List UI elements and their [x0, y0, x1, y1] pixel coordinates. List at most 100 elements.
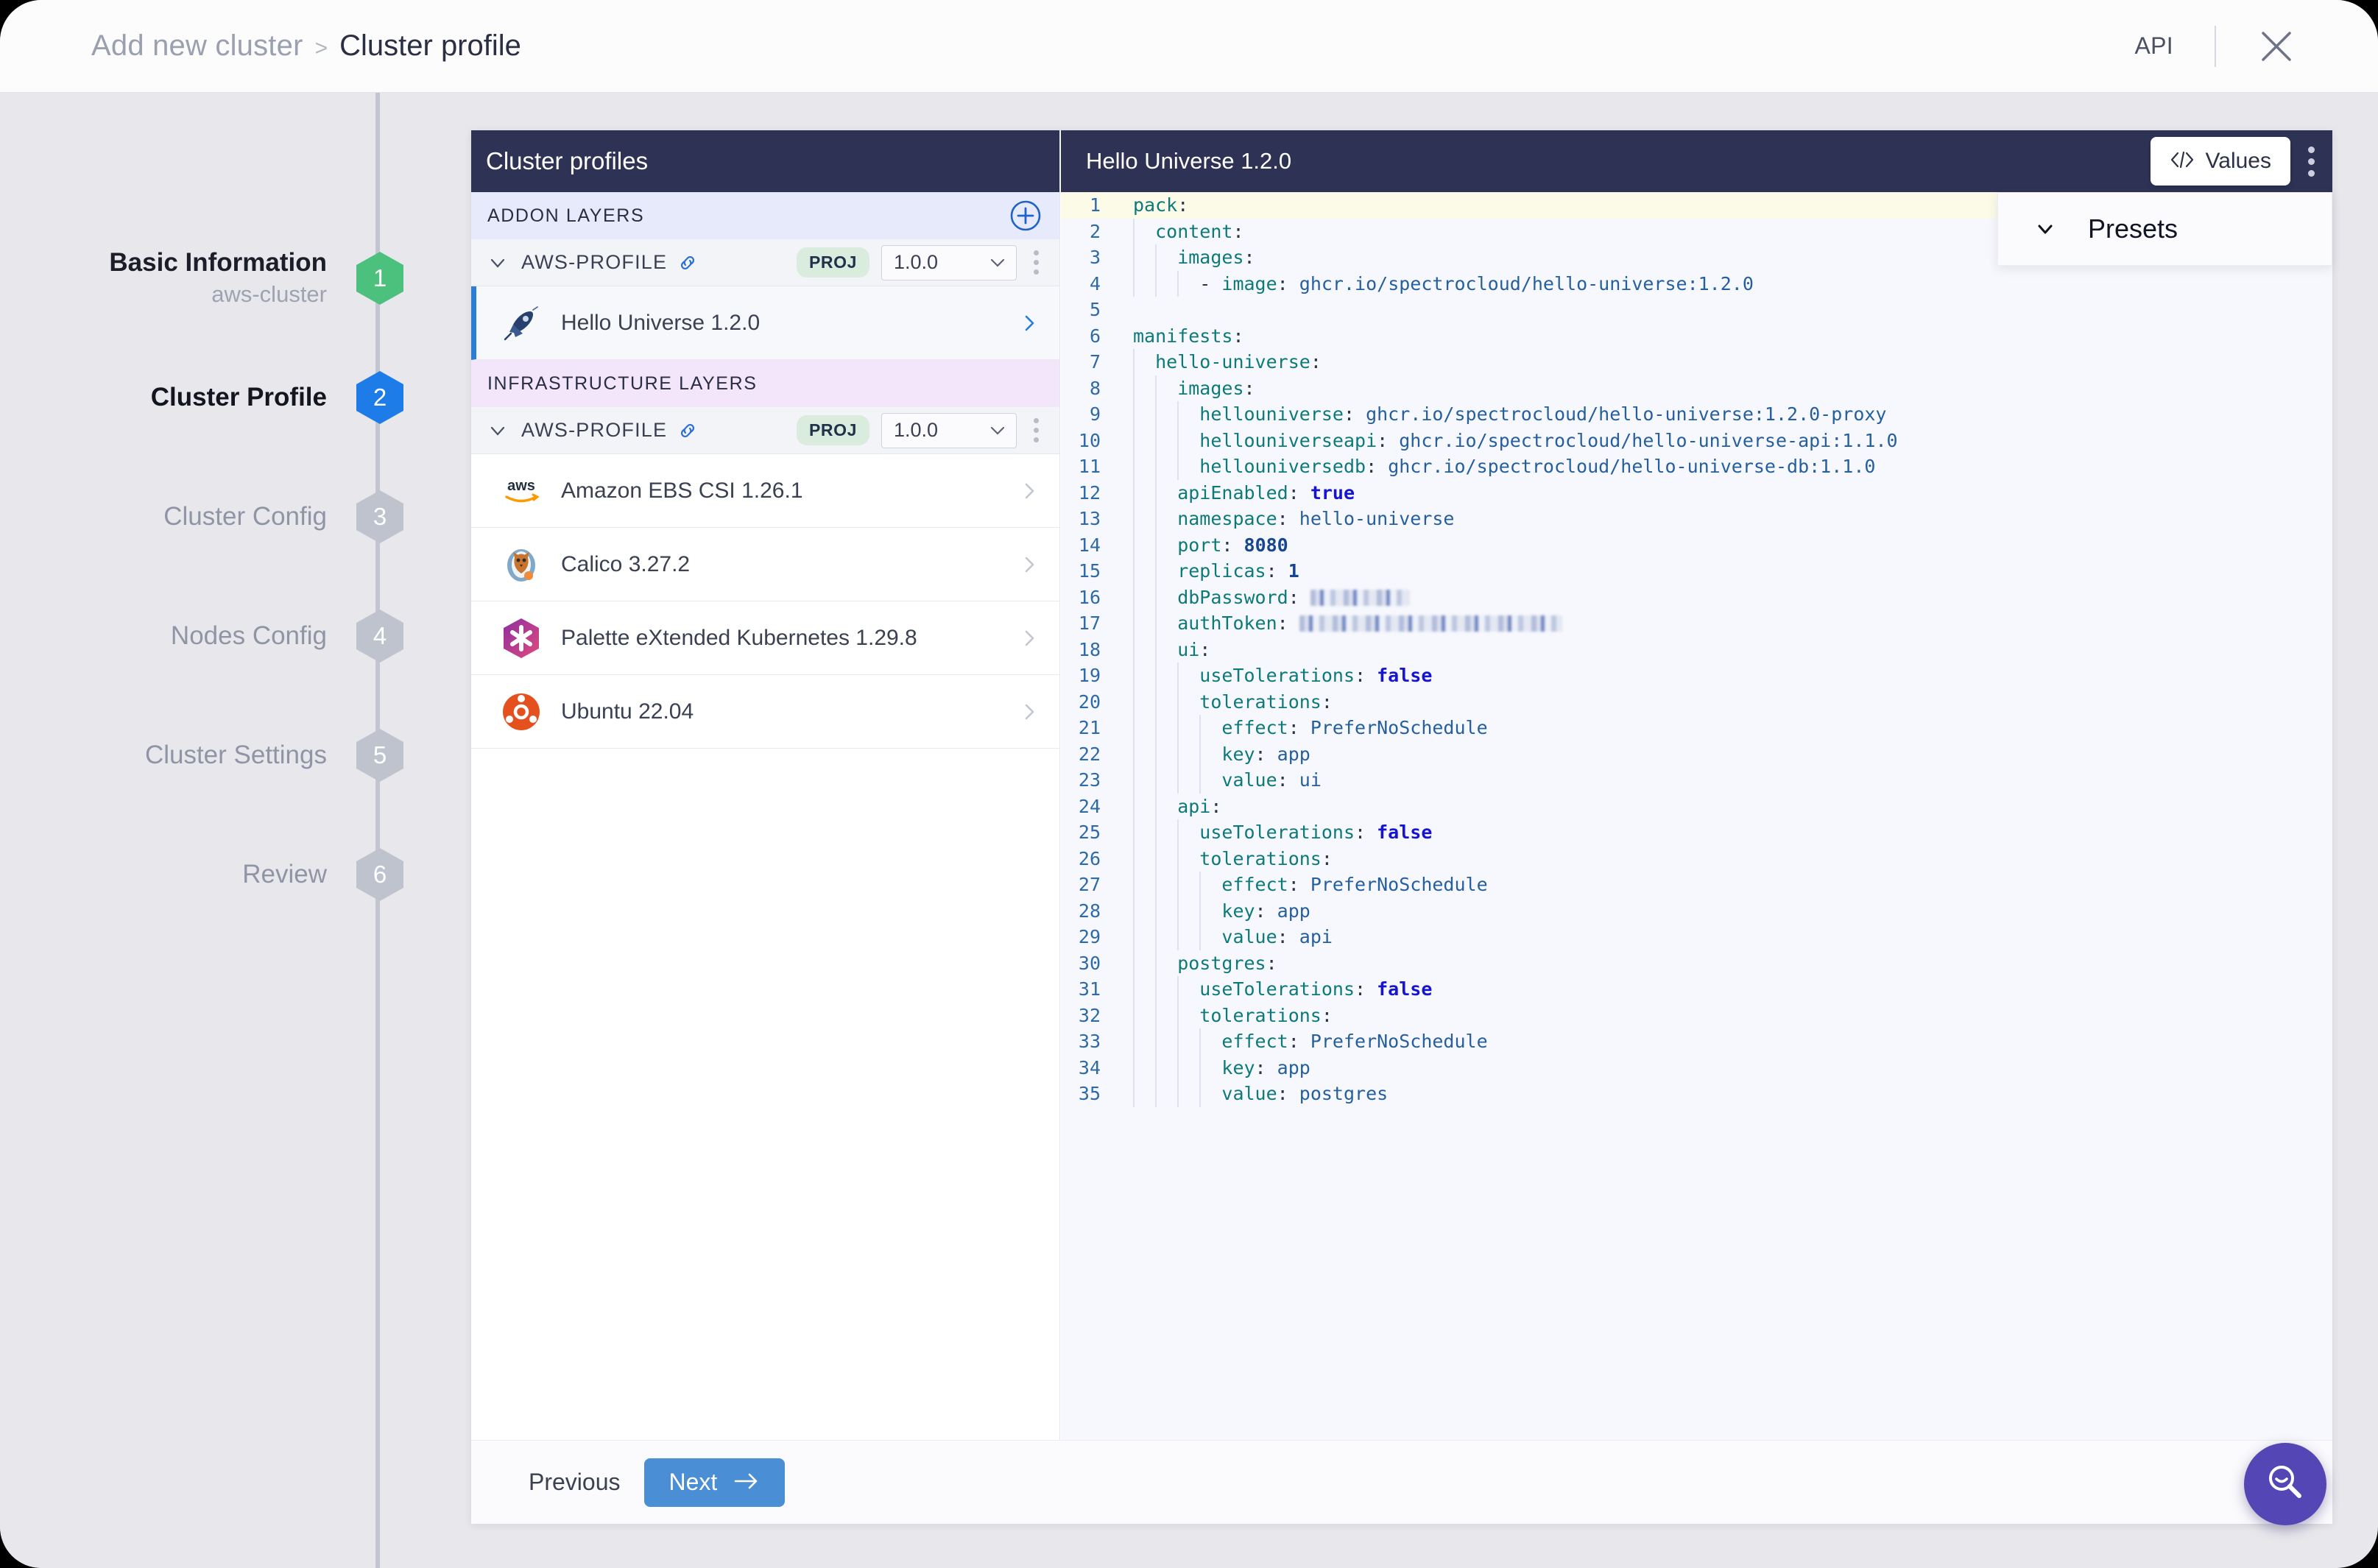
stepper-item-text: Nodes Config — [171, 620, 356, 652]
stepper-item-cluster-settings[interactable]: Cluster Settings5 — [0, 726, 380, 785]
addon-profile-version-value: 1.0.0 — [894, 251, 938, 274]
chevron-down-icon — [988, 253, 1007, 272]
link-icon[interactable] — [677, 252, 698, 273]
layer-row[interactable]: Calico 3.27.2 — [471, 528, 1059, 601]
chevron-right-icon[interactable] — [1018, 312, 1040, 334]
chevron-down-icon[interactable] — [487, 252, 508, 273]
layer-row[interactable]: Ubuntu 22.04 — [471, 675, 1059, 749]
stepper-item-text: Cluster Profile — [151, 381, 356, 414]
addon-profile-version-select[interactable]: 1.0.0 — [881, 245, 1017, 280]
pack-editor-header: Hello Universe 1.2.0 Values — [1061, 130, 2332, 192]
stepper-item-review[interactable]: Review6 — [0, 845, 380, 904]
code-token: postgres — [1299, 1083, 1388, 1104]
chevron-down-icon[interactable] — [2025, 208, 2066, 250]
api-link[interactable]: API — [2135, 32, 2173, 60]
indent-guide — [1155, 794, 1157, 820]
wizard-footer: Previous Next — [471, 1440, 2332, 1524]
link-icon[interactable] — [677, 420, 698, 441]
code-token: PreferNoSchedule — [1310, 1031, 1488, 1052]
code-line-text: hellouniverseapi: ghcr.io/spectrocloud/h… — [1199, 428, 1897, 454]
chevron-right-icon[interactable] — [1018, 701, 1040, 723]
previous-button[interactable]: Previous — [529, 1469, 621, 1496]
code-token: : — [1322, 848, 1333, 869]
code-line: 10hellouniverseapi: ghcr.io/spectrocloud… — [1061, 428, 2332, 454]
next-button-label: Next — [669, 1469, 718, 1496]
chevron-right-icon[interactable] — [1018, 554, 1040, 576]
indent-guide — [1155, 1055, 1157, 1081]
code-token: PreferNoSchedule — [1310, 874, 1488, 895]
layer-row[interactable]: awsAmazon EBS CSI 1.26.1 — [471, 454, 1059, 528]
layer-row[interactable]: Hello Universe 1.2.0 — [471, 286, 1059, 360]
indent-guide — [1155, 715, 1157, 741]
layer-label: Calico 3.27.2 — [561, 552, 690, 577]
indent-guide — [1177, 846, 1179, 872]
chevron-right-icon[interactable] — [1018, 627, 1040, 649]
indent-guide — [1155, 741, 1157, 768]
code-line-number: 35 — [1061, 1081, 1120, 1107]
chevron-down-icon[interactable] — [487, 420, 508, 441]
presets-dropdown[interactable]: Presets — [1997, 192, 2332, 266]
indent-guide — [1155, 819, 1157, 846]
indent-guide — [1155, 924, 1157, 950]
code-line-text: - image: ghcr.io/spectrocloud/hello-univ… — [1199, 271, 1754, 297]
code-line: 4 - image: ghcr.io/spectrocloud/hello-uni… — [1061, 271, 2332, 297]
infra-profile-row[interactable]: AWS-PROFILE PROJ 1.0.0 — [471, 407, 1059, 454]
chevron-right-icon[interactable] — [1018, 480, 1040, 502]
indent-guide — [1177, 1055, 1179, 1081]
code-line-number: 7 — [1061, 349, 1120, 375]
stepper-item-basic-information[interactable]: Basic Informationaws-cluster1 — [0, 249, 380, 308]
infra-profile-version-select[interactable]: 1.0.0 — [881, 413, 1017, 448]
close-icon[interactable] — [2257, 27, 2296, 66]
code-token: hello-universe — [1299, 508, 1455, 529]
code-line: 15replicas: 1 — [1061, 558, 2332, 585]
code-line-text: pack: — [1133, 192, 1188, 219]
infrastructure-layers-band: INFRASTRUCTURE LAYERS — [471, 360, 1059, 407]
indent-guide — [1177, 401, 1179, 428]
code-line-number: 3 — [1061, 244, 1120, 271]
indent-guide — [1155, 244, 1157, 271]
indent-guide — [1177, 924, 1179, 950]
search-fab-button[interactable] — [2244, 1443, 2326, 1525]
kebab-menu-icon[interactable] — [2308, 146, 2315, 177]
stepper-item-cluster-config[interactable]: Cluster Config3 — [0, 487, 380, 546]
indent-guide — [1133, 794, 1135, 820]
kebab-menu-icon[interactable] — [1023, 250, 1049, 275]
indent-guide — [1133, 585, 1135, 611]
indent-guide — [1133, 637, 1135, 663]
indent-guide — [1133, 271, 1135, 297]
code-line: 31useTolerations: false — [1061, 976, 2332, 1003]
yaml-code-editor[interactable]: 1pack:2content:3images:4- image: ghcr.io… — [1061, 192, 2332, 1524]
code-token: false — [1377, 978, 1432, 1000]
indent-guide — [1133, 1055, 1135, 1081]
code-line-text: api: — [1177, 794, 1221, 820]
code-line-number: 2 — [1061, 219, 1120, 245]
plus-circle-icon[interactable] — [1009, 199, 1042, 232]
code-token: : — [1210, 796, 1221, 817]
stepper-badge: 2 — [356, 371, 403, 424]
values-button[interactable]: Values — [2151, 137, 2290, 186]
code-token: api — [1299, 926, 1333, 947]
code-line-number: 29 — [1061, 924, 1120, 950]
stepper-item-title: Cluster Profile — [151, 381, 327, 414]
stepper-item-subtitle: aws-cluster — [109, 279, 327, 310]
code-token: : — [1255, 744, 1277, 765]
addon-profile-row[interactable]: AWS-PROFILE PROJ 1.0.0 — [471, 239, 1059, 286]
next-button[interactable]: Next — [644, 1458, 786, 1507]
breadcrumb-current: Cluster profile — [339, 29, 521, 63]
kebab-menu-icon[interactable] — [1023, 418, 1049, 442]
code-token: tolerations — [1199, 1005, 1322, 1026]
code-line-text: tolerations: — [1199, 846, 1333, 872]
code-line-number: 27 — [1061, 872, 1120, 898]
code-line-number: 4 — [1061, 271, 1120, 297]
code-token: apiEnabled — [1177, 482, 1288, 504]
stepper-item-cluster-profile[interactable]: Cluster Profile2 — [0, 368, 380, 427]
layer-row[interactable]: Palette eXtended Kubernetes 1.29.8 — [471, 601, 1059, 675]
stepper-item-nodes-config[interactable]: Nodes Config4 — [0, 607, 380, 665]
addon-profile-name: AWS-PROFILE — [521, 251, 667, 274]
breadcrumb-parent[interactable]: Add new cluster — [91, 29, 303, 63]
code-line-number: 22 — [1061, 741, 1120, 768]
indent-guide — [1133, 741, 1135, 768]
code-line-number: 11 — [1061, 453, 1120, 480]
code-token: : — [1355, 978, 1377, 1000]
indent-guide — [1155, 375, 1157, 402]
